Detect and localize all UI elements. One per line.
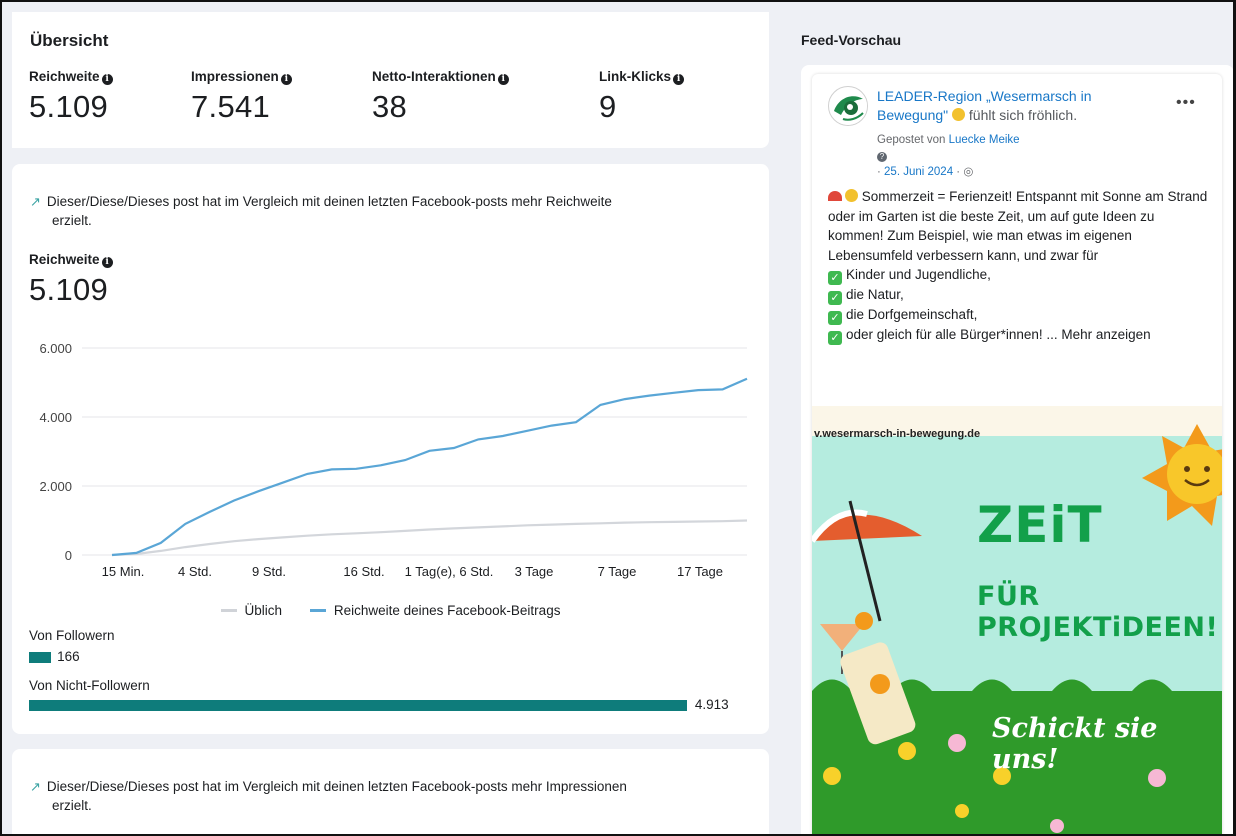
checklist-item: ✓ Kinder und Jugendliche, xyxy=(828,265,1208,285)
overview-title: Übersicht xyxy=(30,31,109,50)
legend-swatch-reach xyxy=(309,609,326,612)
help-icon[interactable]: ? xyxy=(877,152,887,162)
metric-link-clicks-value: 9 xyxy=(599,89,617,124)
check-icon: ✓ xyxy=(828,271,842,285)
y-tick-label: 2.000 xyxy=(39,479,72,494)
checklist-item: ✓ die Dorfgemeinschaft, xyxy=(828,305,1208,325)
legend-swatch-usual xyxy=(220,609,237,612)
non-followers-value: 4.913 xyxy=(694,697,729,712)
followers-bar xyxy=(29,652,52,663)
happy-emoji-icon xyxy=(952,108,966,121)
followers-label: Von Followern xyxy=(29,628,115,643)
post-date-link[interactable]: 25. Juni 2024 xyxy=(884,166,953,178)
image-url-text: v.wesermarsch-in-bewegung.de xyxy=(814,428,981,440)
metric-interactions-value: 38 xyxy=(372,89,408,124)
leader-logo-icon xyxy=(830,88,867,125)
more-options-icon[interactable]: ••• xyxy=(1176,94,1196,112)
metric-impressions-value: 7.541 xyxy=(191,89,271,124)
info-icon[interactable]: i xyxy=(101,74,113,85)
post-header: LEADER-Region „Wesermarsch in Bewegung" … xyxy=(877,87,1137,125)
post-meta: Gepostet von Luecke Meike ? · 25. Juni 2… xyxy=(877,134,1020,178)
x-tick-label: 1 Tag(e), 6 Std. xyxy=(405,564,494,579)
x-tick-label: 15 Min. xyxy=(102,564,145,579)
impressions-card: ↗ Dieser/Diese/Dieses post hat im Verglei… xyxy=(12,749,769,834)
metric-reach-label: Reichweite xyxy=(29,69,100,84)
non-followers-bar xyxy=(29,700,687,711)
image-cta: Schickt sie uns! xyxy=(992,713,1158,775)
info-icon[interactable]: i xyxy=(497,74,509,85)
feeling-text: fühlt sich fröhlich. xyxy=(968,107,1078,123)
check-icon: ✓ xyxy=(828,331,842,345)
feed-preview-title: Feed-Vorschau xyxy=(801,32,902,48)
metric-reach: Reichweite i 5.109 xyxy=(29,69,113,125)
check-icon: ✓ xyxy=(828,291,842,305)
author-link[interactable]: Luecke Meike xyxy=(949,134,1020,146)
y-tick-label: 4.000 xyxy=(39,410,72,425)
post-image[interactable]: v.wesermarsch-in-bewegung.de ZEiT FÜR PR… xyxy=(812,406,1222,834)
legend-item-usual[interactable]: Üblich xyxy=(220,603,282,618)
metric-link-clicks: Link-Klicks i 9 xyxy=(599,69,685,125)
y-tick-label: 6.000 xyxy=(39,341,72,356)
post-text: Sommerzeit = Ferienzeit! Entspannt mit S… xyxy=(828,189,1208,345)
x-tick-label: 3 Tage xyxy=(515,564,554,579)
metric-net-interactions: Netto-Interaktionen i 38 xyxy=(372,69,509,125)
metric-link-clicks-label: Link-Klicks xyxy=(599,69,672,84)
info-icon[interactable]: i xyxy=(673,74,685,85)
umbrella-emoji-icon xyxy=(828,191,842,201)
metric-impressions-label: Impressionen xyxy=(191,69,279,84)
checklist-item: ✓ oder gleich für alle Bürger*innen! ... … xyxy=(828,325,1208,345)
trend-up-icon: ↗ xyxy=(30,779,41,794)
metric-interactions-label: Netto-Interaktionen xyxy=(372,69,496,84)
reach-line-chart: 0 2.000 4.000 6.000 15 Min. 4 Std. 9 Std. 16 St… xyxy=(39,341,748,579)
y-tick-label: 0 xyxy=(65,548,72,563)
insights-window: Übersicht Reichweite i 5.109 Impressionen… xyxy=(0,0,1236,836)
checklist-item: ✓ die Natur, xyxy=(828,285,1208,305)
x-tick-label: 4 Std. xyxy=(178,564,212,579)
chart-legend: Üblich Reichweite deines Facebook-Beitra… xyxy=(12,600,769,618)
x-tick-label: 16 Std. xyxy=(343,564,384,579)
followers-value: 166 xyxy=(57,649,80,664)
x-tick-label: 9 Std. xyxy=(252,564,286,579)
globe-icon: ◎ xyxy=(963,166,974,178)
reach-card: ↗ Dieser/Diese/Dieses post hat im Verglei… xyxy=(12,164,769,734)
metric-impressions: Impressionen i 7.541 xyxy=(191,69,292,125)
legend-item-reach[interactable]: Reichweite deines Facebook-Beitrags xyxy=(309,603,560,618)
check-icon: ✓ xyxy=(828,311,842,325)
image-headline: ZEiT xyxy=(977,496,1103,554)
metric-reach-value: 5.109 xyxy=(29,89,109,124)
x-tick-label: 17 Tage xyxy=(677,564,723,579)
usual-series-line xyxy=(111,519,748,557)
info-icon[interactable]: i xyxy=(280,74,292,85)
impressions-insight: ↗ Dieser/Diese/Dieses post hat im Verglei… xyxy=(30,779,627,813)
smile-emoji-icon xyxy=(845,189,858,202)
non-followers-label: Von Nicht-Followern xyxy=(29,678,150,693)
overview-card: Übersicht Reichweite i 5.109 Impressionen… xyxy=(12,12,769,148)
page-avatar[interactable] xyxy=(828,86,868,126)
x-tick-label: 7 Tage xyxy=(598,564,637,579)
image-subline: FÜR PROJEKTiDEEN! xyxy=(977,581,1219,643)
